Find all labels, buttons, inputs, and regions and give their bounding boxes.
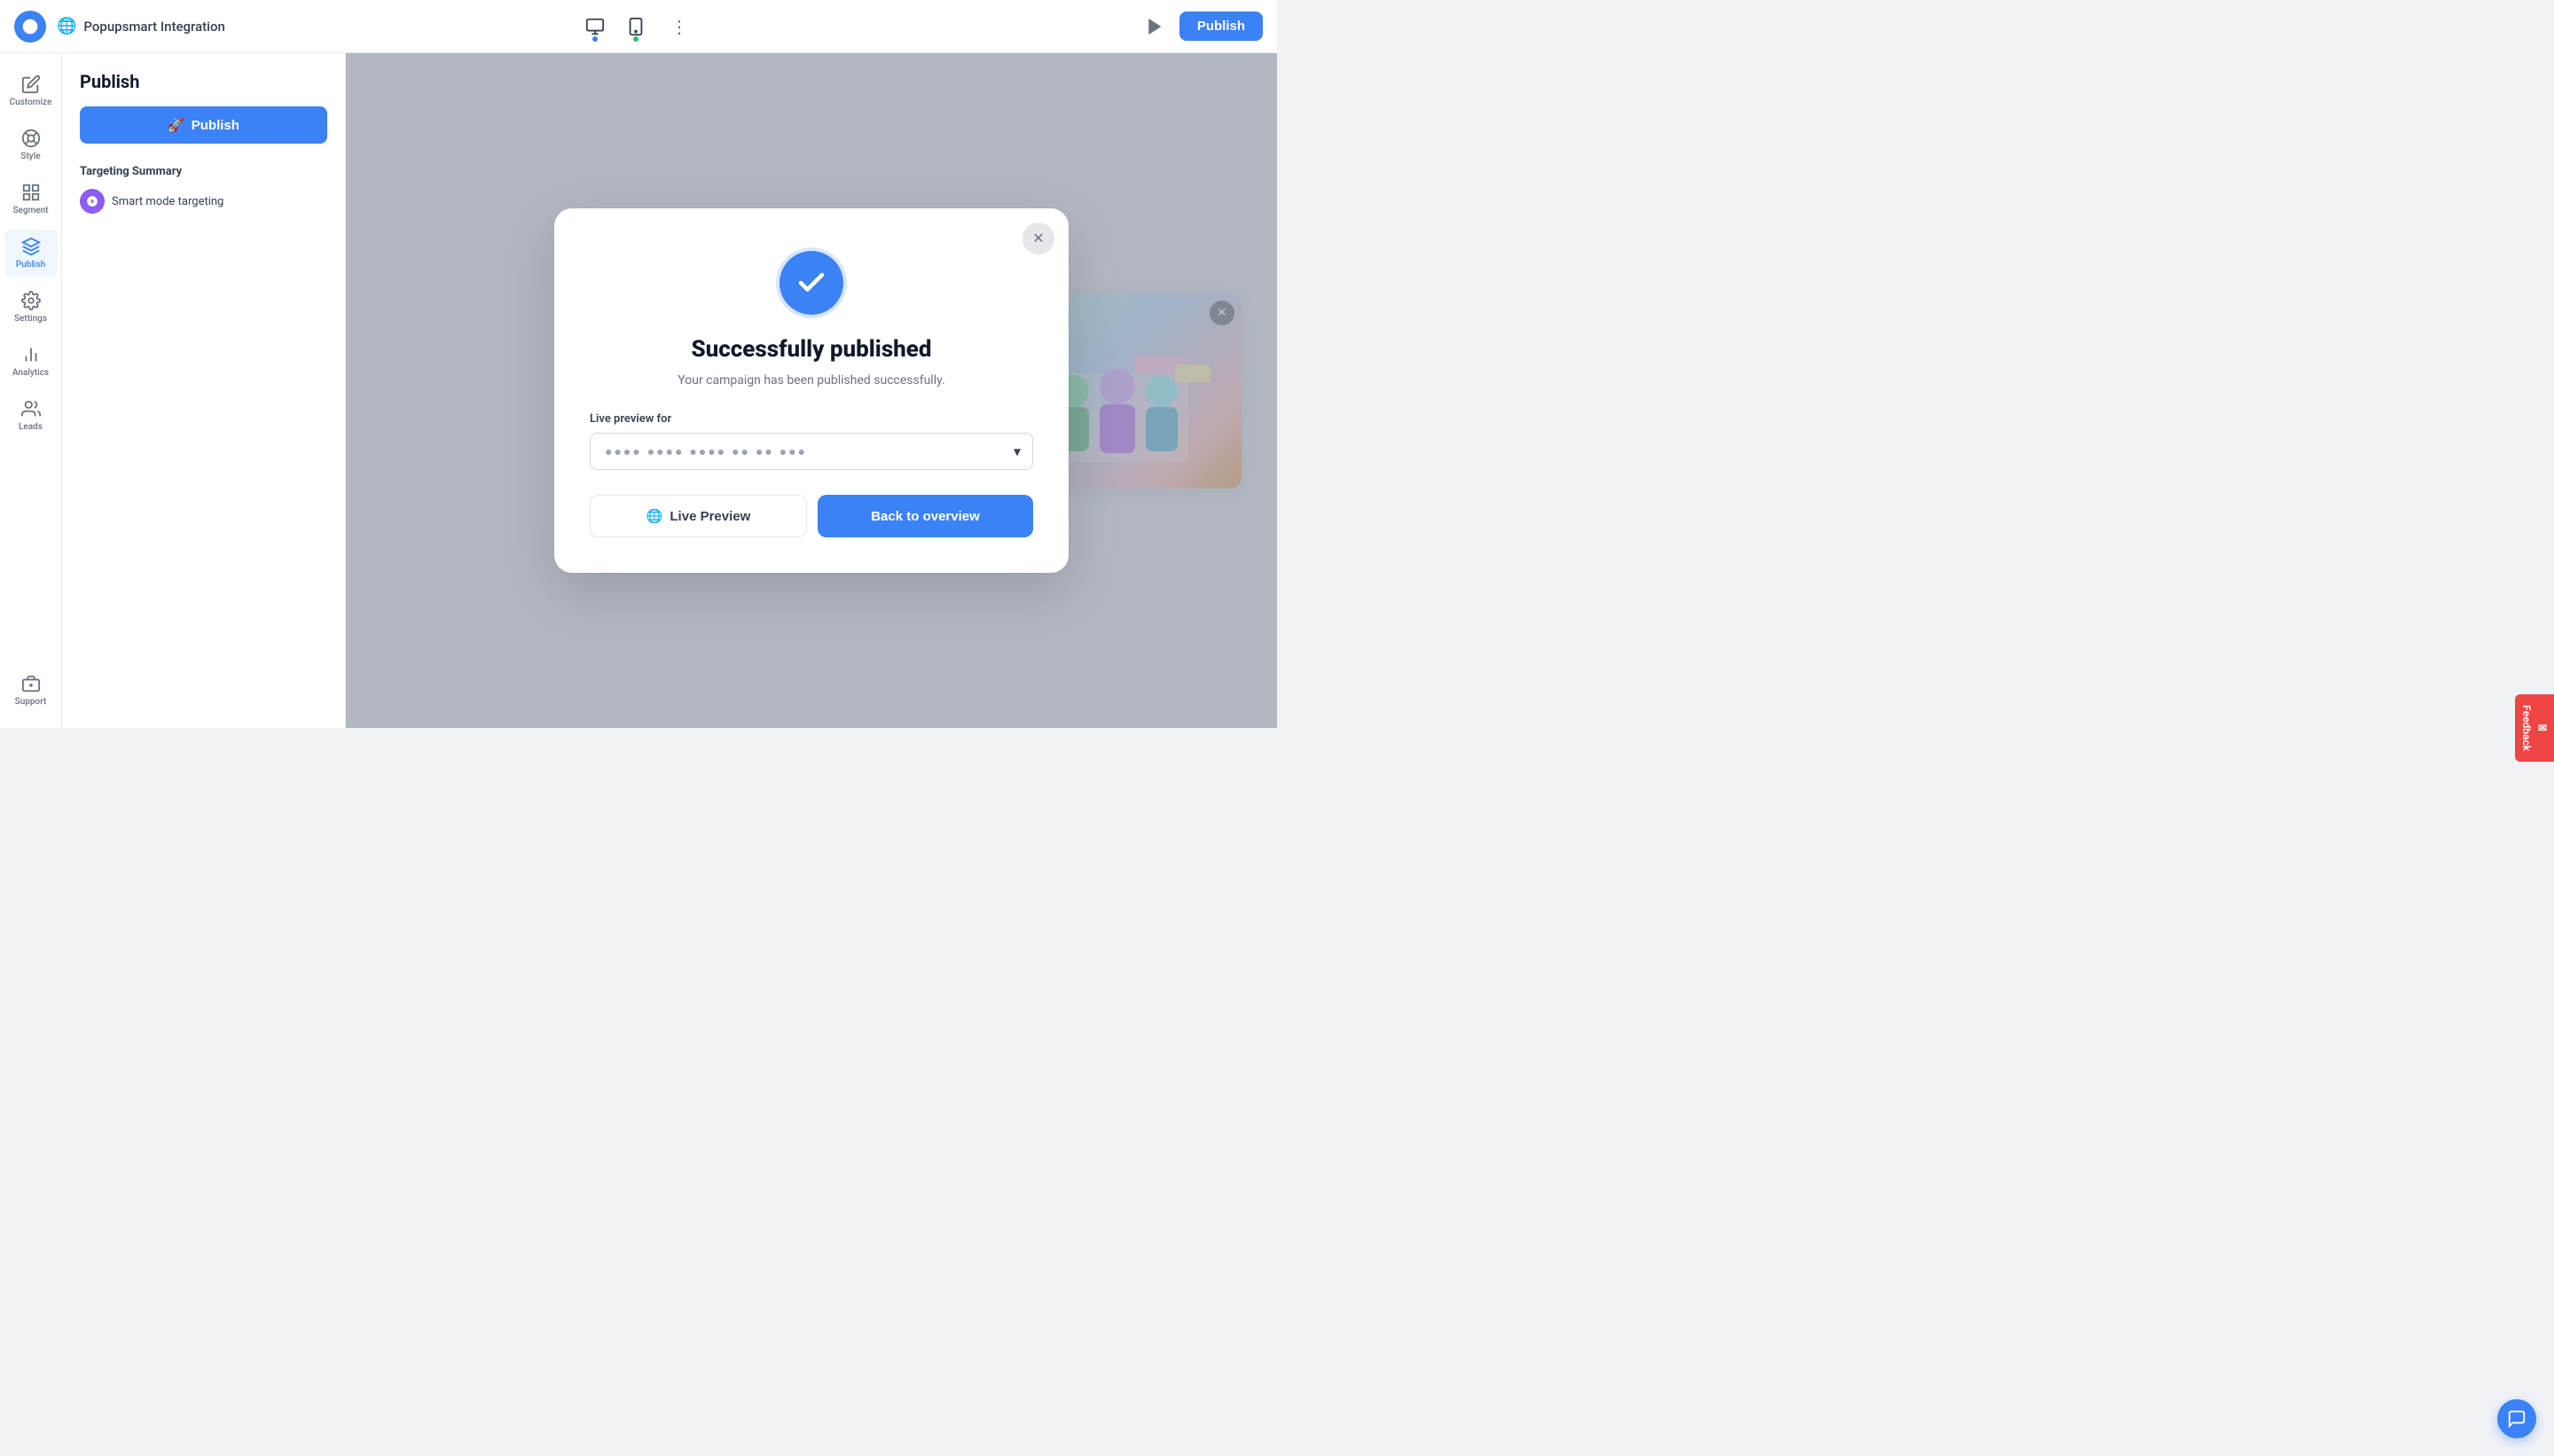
mobile-view-button[interactable] <box>623 13 649 40</box>
desktop-dot <box>592 36 598 42</box>
sidebar-item-leads[interactable]: Leads <box>4 392 58 439</box>
sidebar-item-customize-label: Customize <box>10 98 52 107</box>
success-badge <box>780 251 843 315</box>
success-modal: ✕ Successfully published Your campaign h… <box>554 208 1069 573</box>
feedback-envelope-icon: ✉ <box>2536 722 2549 734</box>
device-switcher: ⋮ <box>582 12 695 41</box>
sidebar-item-customize[interactable]: Customize <box>4 67 58 114</box>
chat-button[interactable] <box>2497 1399 2536 1438</box>
targeting-title: Targeting Summary <box>80 165 327 178</box>
sidebar-item-support-label: Support <box>15 697 47 707</box>
modal-description: Your campaign has been published success… <box>590 373 1033 387</box>
sidebar-item-settings[interactable]: Settings <box>4 284 58 331</box>
feedback-tab[interactable]: ✉ Feedback <box>2515 694 2554 762</box>
sidebar-item-leads-label: Leads <box>19 422 43 432</box>
sidebar-item-publish-label: Publish <box>16 260 45 270</box>
live-preview-icon: 🌐 <box>646 508 663 524</box>
modal-icon-wrap <box>590 251 1033 315</box>
back-to-overview-button[interactable]: Back to overview <box>818 495 1033 537</box>
more-options-button[interactable]: ⋮ <box>663 12 695 41</box>
header-publish-button[interactable]: Publish <box>1179 12 1263 41</box>
targeting-item: Smart mode targeting <box>80 189 327 214</box>
url-select-wrap: ●●●● ●●●● ●●●● ●● ●● ●●● ▾ <box>590 433 1033 470</box>
url-select[interactable]: ●●●● ●●●● ●●●● ●● ●● ●●● <box>590 433 1033 470</box>
desktop-view-button[interactable] <box>582 13 608 40</box>
live-preview-button-label: Live Preview <box>670 509 750 524</box>
panel-title: Publish <box>80 71 327 92</box>
sidebar-item-settings-label: Settings <box>14 314 47 324</box>
modal-title: Successfully published <box>590 336 1033 363</box>
sidebar-item-style[interactable]: Style <box>4 121 58 168</box>
sidebar-item-analytics-label: Analytics <box>12 368 49 378</box>
live-preview-label: Live preview for <box>590 412 1033 426</box>
sidebar: Customize Style Segment Publish <box>0 53 62 728</box>
play-button[interactable] <box>1140 12 1169 41</box>
sidebar-item-support[interactable]: Support <box>4 667 58 714</box>
left-panel: Publish 🚀 Publish Targeting Summary Smar… <box>62 53 346 728</box>
mobile-dot <box>633 36 638 42</box>
targeting-icon <box>80 189 105 214</box>
live-preview-button[interactable]: 🌐 Live Preview <box>590 495 807 537</box>
sidebar-item-publish[interactable]: Publish <box>4 230 58 277</box>
modal-close-button[interactable]: ✕ <box>1022 223 1054 254</box>
targeting-text: Smart mode targeting <box>112 195 223 208</box>
sidebar-item-analytics[interactable]: Analytics <box>4 338 58 385</box>
panel-publish-label: Publish <box>192 118 239 133</box>
header-right: Publish <box>1140 12 1263 41</box>
header: 🌐 Popupsmart Integration ⋮ Publish <box>0 0 1277 53</box>
globe-icon: 🌐 <box>57 17 76 35</box>
sidebar-item-style-label: Style <box>20 152 40 161</box>
modal-actions: 🌐 Live Preview Back to overview <box>590 495 1033 537</box>
panel-publish-button[interactable]: 🚀 Publish <box>80 106 327 144</box>
sidebar-item-segment[interactable]: Segment <box>4 176 58 223</box>
rocket-icon: 🚀 <box>168 117 184 133</box>
main-layout: Customize Style Segment Publish <box>0 53 1277 728</box>
feedback-label: Feedback <box>2520 705 2533 751</box>
main-content: ✕ <box>346 53 1277 728</box>
overlay: ✕ Successfully published Your campaign h… <box>346 53 1277 728</box>
sidebar-item-segment-label: Segment <box>12 206 48 215</box>
sidebar-bottom: Support <box>4 667 58 714</box>
app-logo <box>14 11 46 43</box>
